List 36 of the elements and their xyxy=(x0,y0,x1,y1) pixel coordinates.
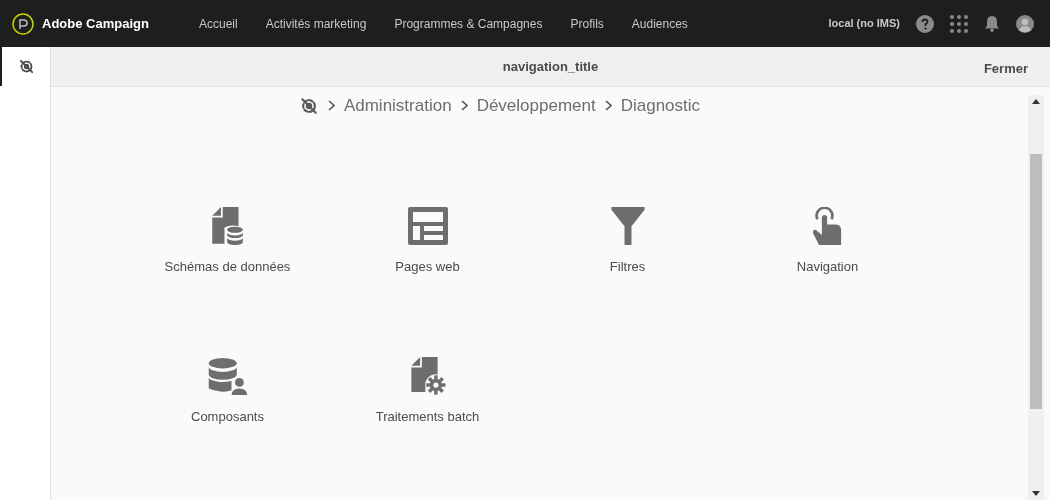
logo-icon xyxy=(12,12,34,35)
close-button[interactable]: Fermer xyxy=(983,59,1028,79)
chevron-right-icon xyxy=(327,100,335,112)
hidden-view-icon xyxy=(298,95,319,116)
nav-link[interactable]: Audiences xyxy=(631,14,688,33)
scrollbar-thumb[interactable] xyxy=(1030,154,1042,409)
chevron-right-icon xyxy=(460,100,468,112)
bell-icon[interactable] xyxy=(984,15,1000,32)
tile-button[interactable]: Navigation xyxy=(727,206,928,277)
tile-button[interactable]: Pages web xyxy=(327,206,528,277)
tile-button[interactable]: Composants xyxy=(127,356,328,427)
page-layout-icon xyxy=(407,207,448,245)
tile-button[interactable]: Filtres xyxy=(527,206,728,277)
nav-link[interactable]: Activités marketing xyxy=(265,14,367,33)
scroll-down-icon[interactable] xyxy=(1032,491,1040,496)
tile-button[interactable]: Schémas de données xyxy=(127,206,328,277)
user-name: local (no IMS) xyxy=(828,16,900,32)
nav-link[interactable]: Profils xyxy=(570,14,604,33)
brand-name: Adobe Campaign xyxy=(42,14,149,33)
nav-link[interactable]: Programmes & Campagnes xyxy=(394,14,543,33)
scroll-up-icon[interactable] xyxy=(1032,99,1040,104)
help-icon[interactable] xyxy=(916,14,934,33)
chevron-right-icon xyxy=(604,100,612,112)
dialog-title: navigation_title xyxy=(502,57,599,76)
scrollbar[interactable] xyxy=(1028,95,1044,500)
tile-button[interactable]: Traitements batch xyxy=(327,356,528,427)
funnel-icon xyxy=(608,206,647,245)
breadcrumb-link[interactable]: Développement xyxy=(476,93,596,119)
apps-grid-icon[interactable] xyxy=(950,14,968,33)
document-database-icon xyxy=(209,206,246,245)
nav-link[interactable]: Accueil xyxy=(199,14,238,33)
breadcrumb-link[interactable]: Administration xyxy=(343,93,452,119)
breadcrumb-link[interactable]: Diagnostic xyxy=(620,93,701,119)
avatar-icon[interactable] xyxy=(1016,14,1034,33)
hidden-view-icon xyxy=(17,58,35,75)
document-gear-icon xyxy=(408,356,447,395)
